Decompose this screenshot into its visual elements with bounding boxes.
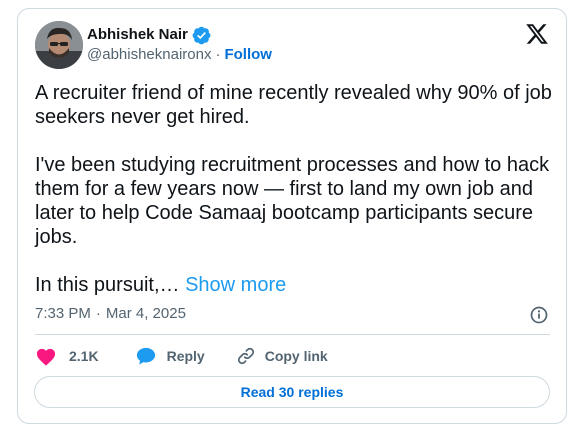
author-handle[interactable]: @abhisheknaironx xyxy=(87,46,211,63)
separator-dot: · xyxy=(95,305,101,322)
tweet-time[interactable]: 7:33 PM xyxy=(35,305,91,322)
tweet-date[interactable]: Mar 4, 2025 xyxy=(106,305,186,322)
reply-bubble-icon xyxy=(135,346,157,366)
read-replies-label[interactable]: Read 30 replies xyxy=(241,384,344,400)
like-button[interactable]: 2.1K xyxy=(35,346,99,366)
show-more-link[interactable]: Show more xyxy=(185,274,286,296)
tweet-card: Abhishek Nair @abhisheknaironx · Follow … xyxy=(17,8,567,424)
tweet-paragraph-1: A recruiter friend of mine recently reve… xyxy=(35,82,558,128)
divider xyxy=(35,334,550,335)
read-replies-button[interactable]: Read 30 replies xyxy=(34,376,550,408)
heart-icon xyxy=(35,346,57,366)
x-logo-icon[interactable] xyxy=(525,22,549,46)
reply-label[interactable]: Reply xyxy=(167,348,205,364)
avatar[interactable] xyxy=(35,21,83,69)
action-bar: 2.1K Reply Copy link xyxy=(35,345,328,367)
follow-button[interactable]: Follow xyxy=(224,46,272,63)
tweet-paragraph-3: In this pursuit,… xyxy=(35,274,180,296)
separator-dot: · xyxy=(215,46,221,63)
author-name-row[interactable]: Abhishek Nair xyxy=(87,24,211,45)
author-name[interactable]: Abhishek Nair xyxy=(87,26,188,43)
tweet-timestamp[interactable]: 7:33 PM · Mar 4, 2025 xyxy=(35,305,186,322)
copy-link-label[interactable]: Copy link xyxy=(265,348,328,364)
verified-badge-icon xyxy=(192,26,211,45)
reply-button[interactable]: Reply xyxy=(125,346,205,366)
like-count[interactable]: 2.1K xyxy=(69,348,99,364)
tweet-paragraph-2: I've been studying recruitment processes… xyxy=(35,154,555,248)
copy-link-button[interactable]: Copy link xyxy=(227,346,328,366)
author-handle-row: @abhisheknaironx · Follow xyxy=(87,46,272,63)
tweet-text: A recruiter friend of mine recently reve… xyxy=(35,81,555,297)
link-icon xyxy=(236,346,256,366)
info-icon[interactable] xyxy=(529,305,549,325)
